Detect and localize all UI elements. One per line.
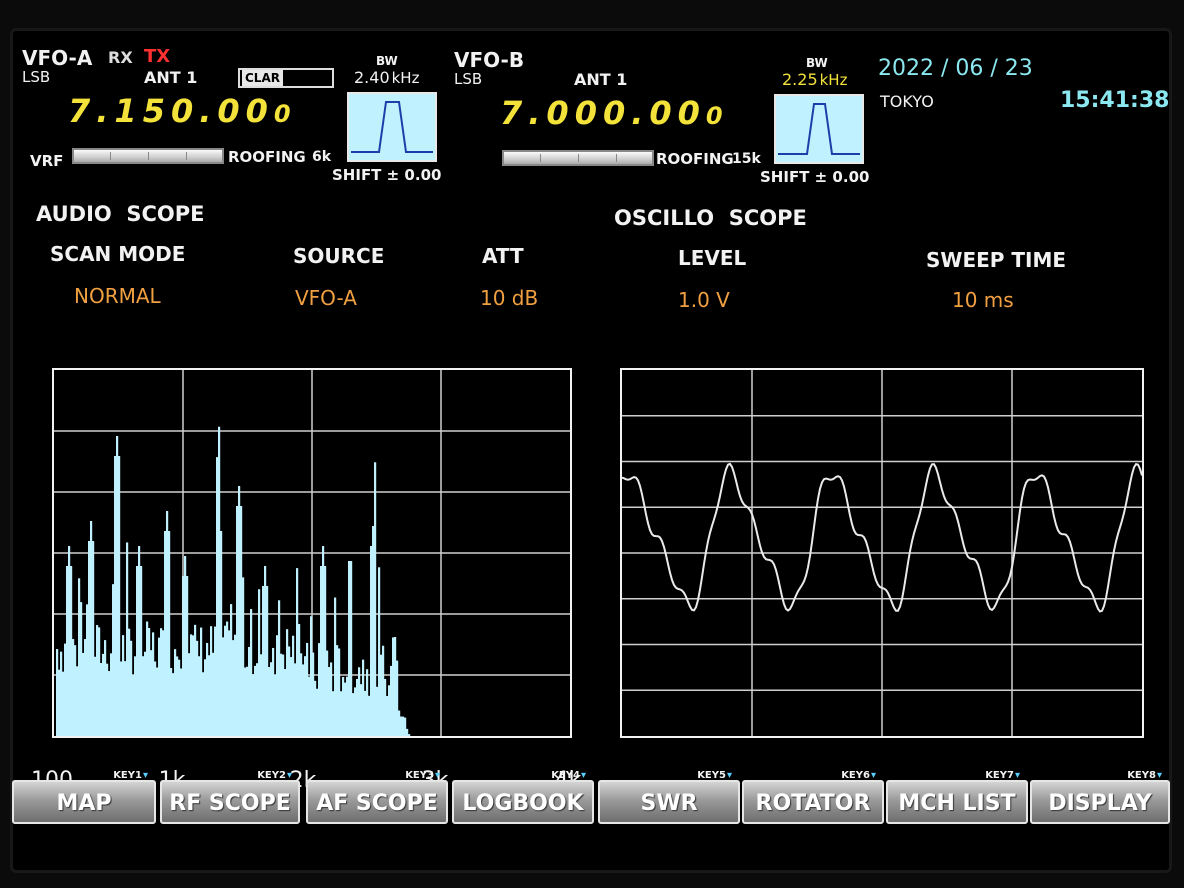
vfo-b-meter — [502, 150, 654, 166]
att-value[interactable]: 10 dB — [480, 286, 538, 310]
vfo-a-mode: LSB — [22, 68, 51, 86]
vfo-a-roofing-label: ROOFING — [228, 148, 306, 166]
date-display: 2022 / 06 / 23 — [878, 56, 1033, 81]
key6-rotator-button[interactable]: KEY6 ROTATOR — [742, 770, 884, 824]
vfo-a-filter-shape — [351, 101, 433, 153]
key1-map-button[interactable]: KEY1MAP — [12, 770, 156, 824]
oscilloscope[interactable] — [620, 368, 1144, 738]
key5-swr-button[interactable]: KEY5 SWR — [598, 770, 740, 824]
time-display: 15:41:38 — [1060, 88, 1170, 113]
oscilloscope-grid — [622, 370, 1142, 736]
vfo-b-bw-label: BW — [806, 56, 828, 70]
key4-text: LOGBOOK — [462, 791, 584, 816]
vfo-a-bw-unit: kHz — [391, 69, 420, 87]
vfo-b-bw-value: 2.25 — [782, 70, 818, 89]
vfo-a-bw-label: BW — [376, 54, 398, 68]
key7-text: MCH LIST — [898, 791, 1016, 816]
vfo-a-label: VFO-A — [22, 46, 93, 70]
scan-mode-value[interactable]: NORMAL — [74, 284, 161, 308]
vfo-b-roofing-label: ROOFING — [656, 150, 734, 168]
vfo-b-frequency[interactable]: 7.000.000 — [500, 94, 729, 132]
key7-label: KEY7 — [985, 770, 1020, 782]
key2-label: KEY2 — [257, 770, 292, 782]
key3-af-scope-button[interactable]: KEY3 AF SCOPE — [306, 770, 448, 824]
source-label: SOURCE — [293, 244, 385, 268]
key2-text: RF SCOPE — [169, 791, 291, 816]
key3-label: KEY3 — [405, 770, 440, 782]
audio-spectrum-graph — [54, 370, 570, 736]
vfo-a-bw: 2.40 kHz — [354, 68, 419, 87]
spectrum-bars — [56, 426, 411, 736]
vfo-b-bw-unit: kHz — [819, 71, 848, 89]
key2-rf-scope-button[interactable]: KEY2 RF SCOPE — [160, 770, 300, 824]
vfo-b-label: VFO-B — [454, 48, 525, 72]
vfo-b-mode: LSB — [454, 70, 483, 88]
key6-label: KEY6 — [841, 770, 876, 782]
radio-display: VFO-A RX TX LSB ANT 1 CLAR 7.150.000 VRF… — [10, 28, 1172, 873]
sweep-time-value[interactable]: 10 ms — [952, 288, 1014, 312]
vfo-a-bw-value: 2.40 — [354, 68, 390, 87]
key8-display-button[interactable]: KEY8 DISPLAY — [1030, 770, 1170, 824]
vfo-b-filter-shape — [778, 103, 860, 155]
clar-box: CLAR — [238, 68, 334, 88]
key4-logbook-button[interactable]: KEY4 LOGBOOK — [452, 770, 594, 824]
vfo-b-bw: 2.25 kHz — [782, 70, 847, 89]
vfo-b-frequency-small: 0 — [705, 102, 729, 130]
vrf-meter — [72, 148, 224, 164]
vfo-b-frequency-main: 7.000.00 — [500, 94, 706, 132]
vfo-a-antenna: ANT 1 — [144, 68, 198, 87]
vfo-a-roofing-value: 6k — [312, 149, 332, 165]
vfo-b-antenna: ANT 1 — [574, 70, 628, 89]
key3-text: AF SCOPE — [316, 791, 438, 816]
sweep-time-label: SWEEP TIME — [926, 248, 1067, 272]
vfo-a-frequency[interactable]: 7.150.000 — [68, 92, 297, 130]
rx-indicator: RX — [108, 48, 133, 67]
location-display: TOKYO — [880, 92, 934, 111]
key8-text: DISPLAY — [1048, 791, 1152, 816]
level-value[interactable]: 1.0 V — [678, 288, 730, 312]
key5-text: SWR — [640, 791, 698, 816]
key1-text: MAP — [56, 791, 112, 816]
vfo-a-filter-display — [347, 92, 437, 162]
vfo-b-shift: SHIFT ± 0.00 — [760, 168, 870, 186]
level-label: LEVEL — [678, 246, 747, 270]
vrf-label: VRF — [30, 152, 64, 170]
source-value[interactable]: VFO-A — [295, 286, 357, 310]
scan-mode-label: SCAN MODE — [50, 242, 186, 266]
att-label: ATT — [482, 244, 524, 268]
tx-indicator: TX — [144, 46, 171, 67]
key1-label: KEY1 — [113, 770, 148, 782]
key6-text: ROTATOR — [755, 791, 871, 816]
key8-label: KEY8 — [1127, 770, 1162, 782]
vfo-b-filter-display — [774, 94, 864, 164]
vfo-a-shift: SHIFT ± 0.00 — [332, 166, 442, 184]
audio-scope-title: AUDIO SCOPE — [36, 202, 205, 226]
vfo-a-frequency-small: 0 — [273, 100, 297, 128]
clar-label: CLAR — [242, 70, 283, 86]
vfo-b-roofing-value: 15k — [732, 151, 761, 167]
key7-mch-list-button[interactable]: KEY7 MCH LIST — [886, 770, 1028, 824]
key4-label: KEY4 — [551, 770, 586, 782]
oscillo-scope-title: OSCILLO SCOPE — [614, 206, 807, 230]
audio-spectrum-scope[interactable] — [52, 368, 572, 738]
oscilloscope-graph — [622, 370, 1142, 736]
vfo-a-frequency-main: 7.150.00 — [68, 92, 274, 130]
key5-label: KEY5 — [697, 770, 732, 782]
